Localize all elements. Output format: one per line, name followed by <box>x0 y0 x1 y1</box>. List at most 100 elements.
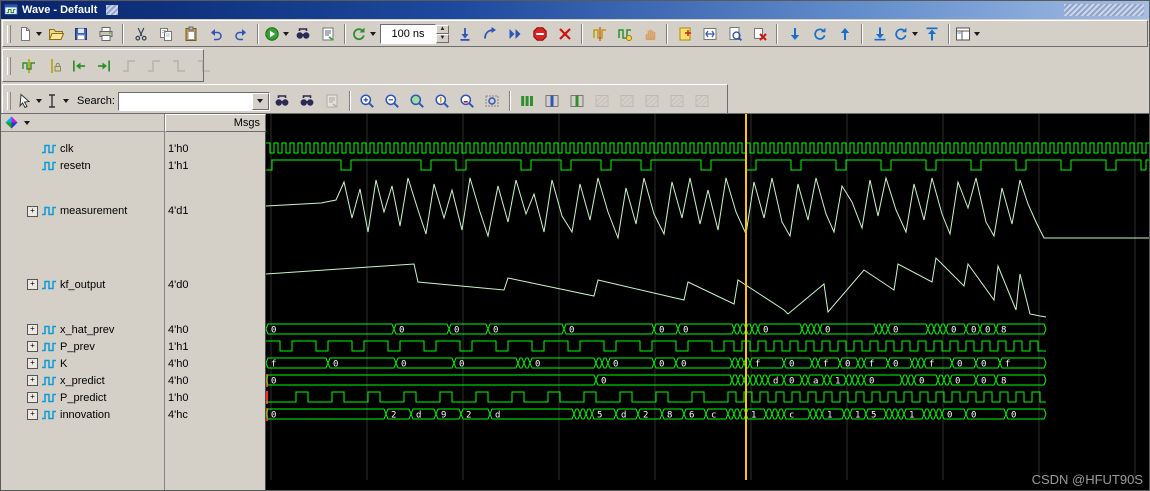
expanded-time-deltas-button[interactable] <box>515 90 540 112</box>
signal-row-resetn[interactable]: resetn <box>1 157 164 174</box>
search-reverse-button[interactable] <box>270 90 295 112</box>
zoom-range-button[interactable] <box>480 90 505 112</box>
svg-text:0: 0 <box>985 326 990 336</box>
next-transition-button[interactable] <box>91 55 116 77</box>
expand-button[interactable]: + <box>27 279 38 290</box>
search-dropdown-button[interactable] <box>251 92 269 110</box>
paste-button[interactable] <box>178 23 203 45</box>
cut-waveform-button[interactable] <box>587 23 612 45</box>
search-input[interactable] <box>119 93 252 109</box>
run-button[interactable] <box>452 23 477 45</box>
svg-text:0: 0 <box>971 411 976 421</box>
main-toolbar: ▲▼ <box>2 20 1148 47</box>
signal-row-x_hat_prev[interactable]: + x_hat_prev <box>1 321 164 338</box>
toolbar-row-wave <box>1 48 1149 83</box>
zoom-full-button[interactable] <box>405 90 430 112</box>
stop-button[interactable] <box>552 23 577 45</box>
break-button[interactable] <box>527 23 552 45</box>
find-next-up-button[interactable] <box>832 23 857 45</box>
zoom-last-button[interactable] <box>455 90 480 112</box>
filter-icon <box>320 26 336 42</box>
titlebar-dock-grip[interactable] <box>1064 4 1144 16</box>
expand-time-button[interactable] <box>697 23 722 45</box>
expanded-time-events-button[interactable] <box>565 90 590 112</box>
expand-button[interactable]: + <box>27 205 38 217</box>
insert-cursor-button[interactable] <box>16 55 41 77</box>
svg-text:1: 1 <box>751 411 756 421</box>
open-file-button[interactable] <box>43 23 68 45</box>
edit-waveform-button[interactable] <box>612 23 637 45</box>
search-options-button <box>320 90 345 112</box>
restart-button[interactable] <box>350 23 377 45</box>
arrow-down-bar-icon <box>872 26 888 42</box>
run-length-down-button[interactable]: ▼ <box>436 33 449 43</box>
toolbar-drag-grip[interactable] <box>7 56 11 75</box>
run-length-input[interactable] <box>380 23 436 44</box>
svg-text:8: 8 <box>667 411 672 421</box>
signal-row-clk[interactable]: clk <box>1 140 164 157</box>
goto-previous-edge-button[interactable] <box>867 23 892 45</box>
cursor-options-button[interactable] <box>892 23 919 45</box>
previous-transition-button[interactable] <box>66 55 91 77</box>
msgs-column-header[interactable]: Msgs <box>165 114 266 132</box>
expanded-time-delta-mode-button[interactable] <box>540 90 565 112</box>
search-page-icon <box>727 26 743 42</box>
zoom-out-button[interactable] <box>380 90 405 112</box>
expand-button[interactable]: + <box>27 341 38 352</box>
edge-fall-icon <box>171 58 187 74</box>
find-button[interactable] <box>290 23 315 45</box>
names-column-header <box>1 114 165 132</box>
run-all-button[interactable] <box>502 23 527 45</box>
find-next-down-button[interactable] <box>782 23 807 45</box>
signal-row-measurement[interactable]: + measurement <box>1 174 164 248</box>
save-button[interactable] <box>68 23 93 45</box>
compile-run-button[interactable] <box>263 23 290 45</box>
waveform-svg[interactable]: 0 0 0 0 0 0 0 0 0 0 0 0 0 8f 0 0 0 0 0 0 0 f 0 f 0 f 0 f 0 0 f0 0 d 0 a 1 0 0… <box>266 114 1149 491</box>
search-combobox[interactable] <box>117 91 270 111</box>
new-file-button[interactable] <box>16 23 43 45</box>
search-forward-button[interactable] <box>295 90 320 112</box>
expand-button[interactable]: + <box>27 358 38 369</box>
arrow-up-bar-icon <box>924 26 940 42</box>
signal-row-K[interactable]: + K <box>1 355 164 372</box>
copy-button[interactable] <box>153 23 178 45</box>
edit-mode-button[interactable] <box>43 90 70 112</box>
select-mode-button[interactable] <box>16 90 43 112</box>
examine-button[interactable] <box>722 23 747 45</box>
print-button[interactable] <box>93 23 118 45</box>
prev-edge-icon <box>71 58 87 74</box>
cut-button[interactable] <box>128 23 153 45</box>
layout-button[interactable] <box>954 23 981 45</box>
expand-button[interactable]: + <box>27 392 38 403</box>
signal-row-kf_output[interactable]: + kf_output <box>1 248 164 321</box>
toolbar-drag-grip[interactable] <box>7 92 11 110</box>
signal-row-innovation[interactable]: + innovation <box>1 406 164 423</box>
expand-button[interactable]: + <box>27 409 38 420</box>
refresh-display-button[interactable] <box>807 23 832 45</box>
signal-name: innovation <box>60 408 111 421</box>
continue-run-button[interactable] <box>477 23 502 45</box>
zoom-in-button[interactable] <box>355 90 380 112</box>
signal-group-button[interactable] <box>4 115 30 130</box>
signal-row-P_predict[interactable]: + P_predict <box>1 389 164 406</box>
svg-text:1: 1 <box>909 411 914 421</box>
filter-button[interactable] <box>315 23 340 45</box>
goto-next-edge-button[interactable] <box>919 23 944 45</box>
signal-wave-icon <box>41 358 57 370</box>
redo-button[interactable] <box>228 23 253 45</box>
waveform-canvas[interactable]: 00000000000008f0000000f0f0f0f00f00d0a100… <box>266 114 1149 491</box>
undo-button[interactable] <box>203 23 228 45</box>
zoom-cursor-button[interactable] <box>430 90 455 112</box>
delete-button[interactable] <box>747 23 772 45</box>
signal-row-x_predict[interactable]: + x_predict <box>1 372 164 389</box>
previous-rising-edge-button <box>116 55 141 77</box>
toolbar-drag-grip[interactable] <box>7 24 11 43</box>
expand-button[interactable]: + <box>27 324 38 335</box>
lock-cursor-button[interactable] <box>41 55 66 77</box>
expand-button[interactable]: + <box>27 375 38 386</box>
pan-hand-button[interactable] <box>637 23 662 45</box>
run-length-up-button[interactable]: ▲ <box>436 24 449 34</box>
add-bookmark-button[interactable] <box>672 23 697 45</box>
titlebar-grip[interactable] <box>106 5 119 15</box>
signal-row-P_prev[interactable]: + P_prev <box>1 338 164 355</box>
